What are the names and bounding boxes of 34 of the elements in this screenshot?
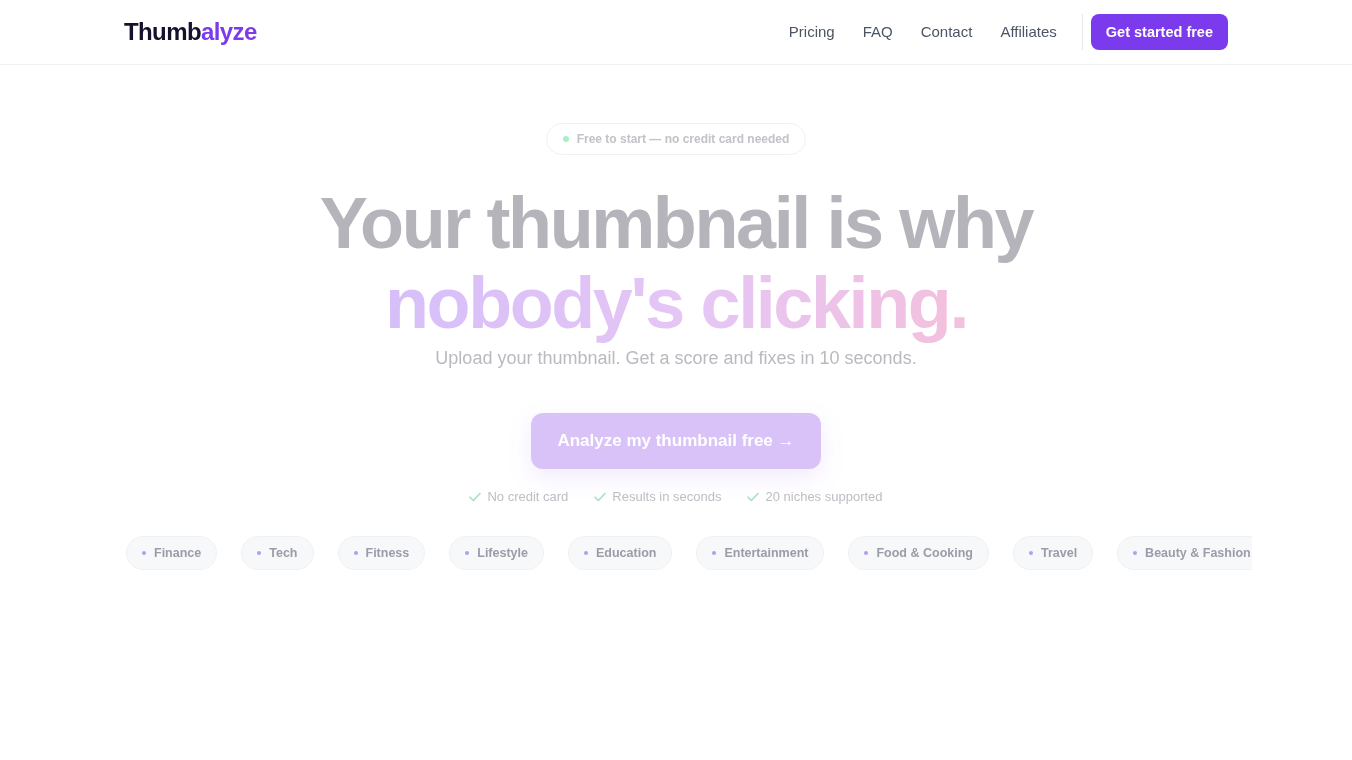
perk-text: 20 niches supported <box>765 488 883 506</box>
niche-chip: Food & Cooking <box>848 536 989 570</box>
dot-icon <box>465 551 470 555</box>
perk-text: No credit card <box>487 488 569 506</box>
niche-chip: Education <box>568 536 673 570</box>
dot-icon <box>353 551 358 555</box>
check-icon <box>594 492 607 502</box>
nav-link[interactable]: Affiliates <box>1000 22 1057 42</box>
niche-chip: Entertainment <box>696 536 825 570</box>
headline: Your thumbnail is why <box>319 183 1033 263</box>
dot-icon <box>864 551 869 555</box>
nav-link[interactable]: Pricing <box>788 22 835 42</box>
get-started-button[interactable]: Get started free <box>1090 14 1228 50</box>
check-icon <box>747 492 760 502</box>
check-icon <box>469 492 482 502</box>
niche-chip: Tech <box>241 536 314 570</box>
dot-icon <box>257 551 262 555</box>
perk-text: Results in seconds <box>612 488 722 506</box>
niche-chip: Travel <box>1012 536 1094 570</box>
subtitle: Upload your thumbnail. Get a score and fixes in 10 seconds. <box>435 347 917 370</box>
dot-icon <box>142 551 146 555</box>
niche-chip: Finance <box>126 536 218 570</box>
nav-link[interactable]: Contact <box>920 22 973 42</box>
dot-icon <box>712 551 717 555</box>
niche-chip: Beauty & Fashion <box>1117 536 1252 570</box>
dot-icon <box>1028 551 1033 555</box>
dot-icon <box>1133 551 1138 555</box>
status-dot-icon <box>562 136 569 142</box>
nav-link[interactable]: FAQ <box>862 22 893 42</box>
badge-text: Free to start — no credit card needed <box>576 131 790 147</box>
logo[interactable]: Thumbalyze <box>124 17 257 47</box>
dot-icon <box>584 551 588 555</box>
niche-chip: Lifestyle <box>449 536 544 570</box>
niche-chip: Fitness <box>337 536 426 570</box>
